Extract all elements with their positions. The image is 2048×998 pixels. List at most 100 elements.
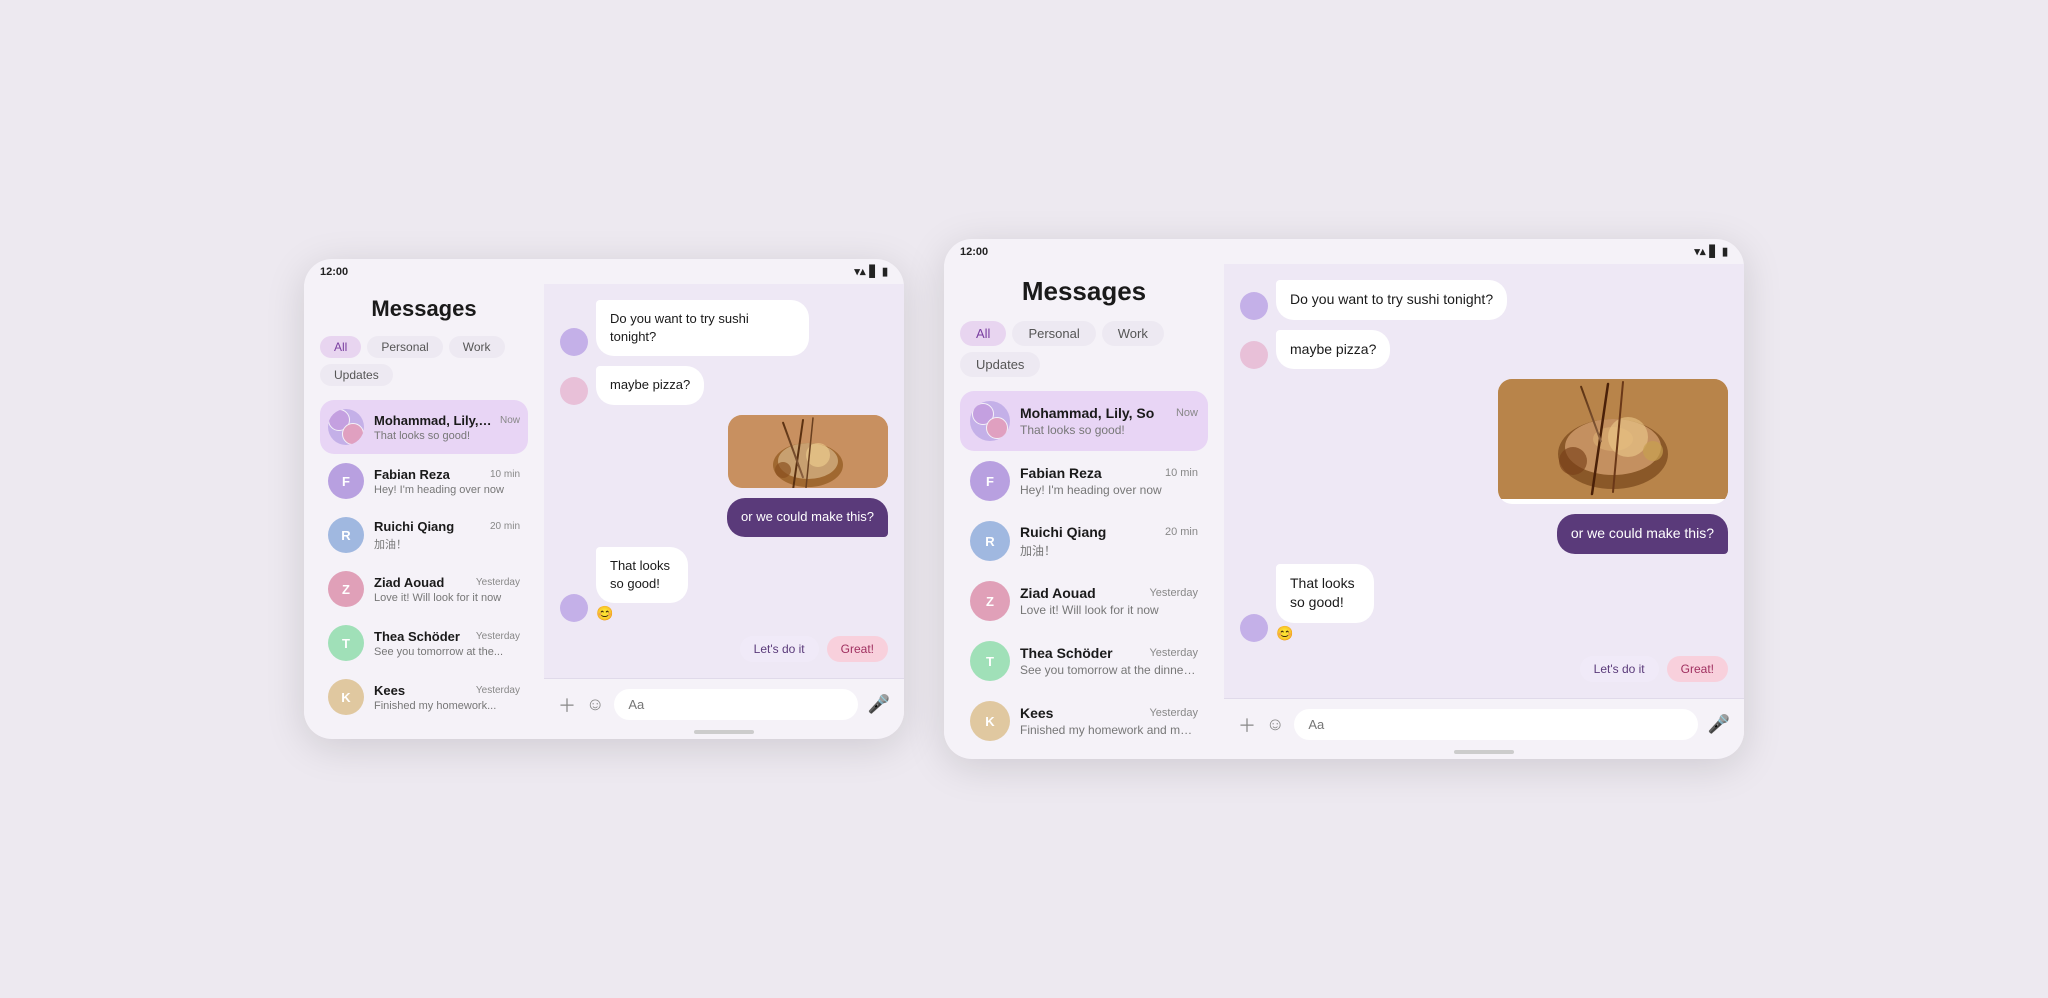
conv-info-fabian-large: Fabian Reza 10 min Hey! I'm heading over… (1020, 465, 1198, 497)
conv-item-thea-small[interactable]: T Thea Schöder Yesterday See you tomorro… (320, 616, 528, 670)
conv-preview-fabian-large: Hey! I'm heading over now (1020, 483, 1198, 497)
message-input-large[interactable] (1294, 709, 1697, 740)
conv-preview-mohammad-small: That looks so good! (374, 430, 520, 442)
avatar-ruichi-small: R (328, 517, 364, 553)
device-small: 12:00 ▾▴ ▋ ▮ Messages All Personal Work … (304, 259, 904, 739)
msg-looks-small: That looks so good! (596, 547, 688, 603)
status-bar-large: 12:00 ▾▴ ▋ ▮ (944, 239, 1744, 264)
conv-item-fabian-large[interactable]: F Fabian Reza 10 min Hey! I'm heading ov… (960, 451, 1208, 511)
msg-looks-row-small: That looks so good! 😊 (560, 547, 888, 622)
conv-time-ruichi-small: 20 min (490, 521, 520, 532)
conv-info-ziad-large: Ziad Aouad Yesterday Love it! Will look … (1020, 585, 1198, 617)
conv-time-ziad-small: Yesterday (476, 577, 520, 588)
home-indicator-small (544, 730, 904, 736)
chip-work-large[interactable]: Work (1102, 321, 1164, 346)
message-input-small[interactable] (614, 689, 857, 720)
chat-area-large: Do you want to try sushi tonight? maybe … (1224, 264, 1744, 756)
app-layout-large: Messages All Personal Work Updates (944, 264, 1744, 756)
conv-info-thea-small: Thea Schöder Yesterday See you tomorrow … (374, 629, 520, 658)
group-avatar-stack-large (972, 403, 1008, 439)
conv-item-ruichi-large[interactable]: R Ruichi Qiang 20 min 加油！ (960, 511, 1208, 571)
avatar-fabian-large: F (970, 461, 1010, 501)
conv-item-kees-small[interactable]: K Kees Yesterday Finished my homework... (320, 670, 528, 724)
mic-icon-large[interactable]: 🎤 (1708, 714, 1730, 735)
action-chips-small: Let's do it Great! (740, 636, 888, 662)
chip-all-small[interactable]: All (320, 336, 361, 358)
conv-time-thea-small: Yesterday (476, 631, 520, 642)
msg-sushi-small: Do you want to try sushi tonight? (596, 300, 809, 356)
conv-info-ruichi-large: Ruichi Qiang 20 min 加油！ (1020, 524, 1198, 559)
conv-preview-kees-large: Finished my homework and my chores! Now … (1020, 723, 1198, 737)
plus-icon-large[interactable]: ＋ (1238, 712, 1256, 738)
conv-preview-fabian-small: Hey! I'm heading over now (374, 484, 520, 496)
msg-avatar-group1-large (1240, 292, 1268, 320)
conv-item-thea-large[interactable]: T Thea Schöder Yesterday See you tomorro… (960, 631, 1208, 691)
action-great-large[interactable]: Great! (1667, 656, 1728, 682)
conv-name-ziad-small: Ziad Aouad (374, 575, 444, 590)
emoji-reaction-large: 😊 (1276, 625, 1426, 642)
conv-name-thea-small: Thea Schöder (374, 629, 460, 644)
action-great-small[interactable]: Great! (827, 636, 888, 662)
msg-sushi-row-large: Do you want to try sushi tonight? (1240, 280, 1728, 320)
food-svg-large (1498, 379, 1728, 499)
emoji-reaction-small: 😊 (596, 605, 737, 622)
conv-info-kees-large: Kees Yesterday Finished my homework and … (1020, 705, 1198, 737)
food-card-large: Homemade Dumplings everydumplingever.com (1498, 379, 1728, 504)
conv-name-mohammad-small: Mohammad, Lily, So (374, 413, 494, 428)
conv-preview-ruichi-large: 加油！ (1020, 542, 1198, 559)
plus-icon-small[interactable]: ＋ (558, 692, 576, 718)
chip-personal-large[interactable]: Personal (1012, 321, 1095, 346)
conv-time-fabian-large: 10 min (1165, 467, 1198, 479)
conv-item-fabian-small[interactable]: F Fabian Reza 10 min Hey! I'm heading ov… (320, 454, 528, 508)
food-card-small: Homemade Dumplings everydumplingever.com (728, 415, 888, 489)
conv-name-ruichi-large: Ruichi Qiang (1020, 524, 1106, 540)
chip-personal-small[interactable]: Personal (367, 336, 442, 358)
status-icons-large: ▾▴ ▋ ▮ (1694, 245, 1728, 258)
time-large: 12:00 (960, 246, 988, 258)
msg-looks-large: That looks so good! (1276, 564, 1374, 623)
conv-item-ziad-small[interactable]: Z Ziad Aouad Yesterday Love it! Will loo… (320, 562, 528, 616)
conversation-list-large: Mohammad, Lily, So Now That looks so goo… (960, 391, 1208, 744)
msg-avatar-group3-large (1240, 614, 1268, 642)
conv-preview-mohammad-large: That looks so good! (1020, 423, 1198, 437)
msg-avatar-group3-small (560, 594, 588, 622)
conv-preview-kees-small: Finished my homework... (374, 700, 520, 712)
action-lets-do-it-large[interactable]: Let's do it (1580, 656, 1659, 682)
filter-chips-large: All Personal Work Updates (960, 321, 1208, 377)
avatar-kees-small: K (328, 679, 364, 715)
conv-time-thea-large: Yesterday (1149, 647, 1198, 659)
msg-pizza-row-large: maybe pizza? (1240, 330, 1728, 370)
conv-name-ziad-large: Ziad Aouad (1020, 585, 1096, 601)
conv-preview-ziad-small: Love it! Will look for it now (374, 592, 520, 604)
conv-item-mohammad-small[interactable]: Mohammad, Lily, So Now That looks so goo… (320, 400, 528, 454)
chip-updates-small[interactable]: Updates (320, 364, 393, 386)
messages-title-large: Messages (960, 276, 1208, 307)
mic-icon-small[interactable]: 🎤 (868, 694, 890, 715)
messages-title-small: Messages (320, 296, 528, 322)
avatar-ziad-large: Z (970, 581, 1010, 621)
chat-area-small: Do you want to try sushi tonight? maybe … (544, 284, 904, 736)
chip-work-small[interactable]: Work (449, 336, 505, 358)
conv-item-kees-large[interactable]: K Kees Yesterday Finished my homework an… (960, 691, 1208, 744)
avatar-mohammad-small (328, 409, 364, 445)
conv-item-ziad-large[interactable]: Z Ziad Aouad Yesterday Love it! Will loo… (960, 571, 1208, 631)
chip-updates-large[interactable]: Updates (960, 352, 1040, 377)
time-small: 12:00 (320, 266, 348, 278)
conv-time-ziad-large: Yesterday (1149, 587, 1198, 599)
conv-preview-thea-small: See you tomorrow at the... (374, 646, 520, 658)
battery-icon: ▮ (882, 265, 888, 278)
emoji-icon-small[interactable]: ☺ (586, 694, 604, 715)
action-lets-do-it-small[interactable]: Let's do it (740, 636, 819, 662)
conv-item-mohammad-large[interactable]: Mohammad, Lily, So Now That looks so goo… (960, 391, 1208, 451)
chat-messages-small: Do you want to try sushi tonight? maybe … (544, 284, 904, 678)
emoji-icon-large[interactable]: ☺ (1266, 714, 1284, 735)
conv-info-mohammad-small: Mohammad, Lily, So Now That looks so goo… (374, 413, 520, 442)
avatar-ziad-small: Z (328, 571, 364, 607)
msg-make-this-small: or we could make this? (727, 498, 888, 536)
msg-avatar-group1-small (560, 328, 588, 356)
conv-preview-thea-large: See you tomorrow at the dinner party! (1020, 663, 1198, 677)
chip-all-large[interactable]: All (960, 321, 1006, 346)
conv-item-ruichi-small[interactable]: R Ruichi Qiang 20 min 加油！ (320, 508, 528, 562)
conv-name-mohammad-large: Mohammad, Lily, So (1020, 405, 1154, 421)
home-bar-small (694, 730, 754, 734)
